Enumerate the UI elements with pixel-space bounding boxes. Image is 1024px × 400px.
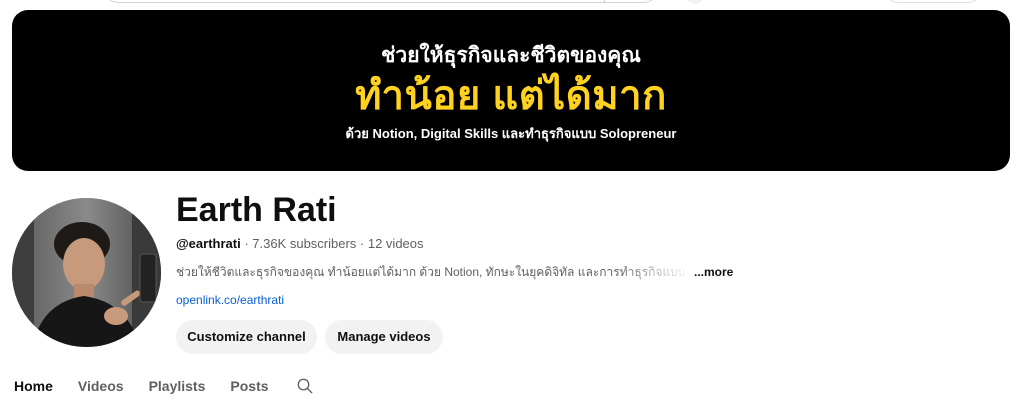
channel-link[interactable]: openlink.co/earthrati	[176, 292, 284, 308]
channel-meta: @earthrati · 7.36K subscribers · 12 vide…	[176, 236, 424, 252]
channel-description[interactable]: ช่วยให้ชีวิตและธุรกิจของคุณ ทำน้อยแต่ได้…	[176, 264, 736, 280]
channel-stats: · 7.36K subscribers · 12 videos	[240, 236, 424, 251]
description-text: ช่วยให้ชีวิตและธุรกิจของคุณ ทำน้อยแต่ได้…	[176, 265, 692, 279]
channel-banner: ช่วยให้ธุรกิจและชีวิตของคุณ ทำน้อย แต่ได…	[12, 10, 1010, 171]
tab-videos[interactable]: Videos	[78, 376, 124, 396]
banner-headline: ทำน้อย แต่ได้มาก	[355, 73, 667, 118]
avatar[interactable]	[12, 198, 161, 347]
avatar-photo	[12, 198, 161, 347]
search-icon[interactable]	[296, 377, 314, 395]
banner-subline: ด้วย Notion, Digital Skills และทำธุรกิจแ…	[345, 125, 677, 141]
channel-tabs: Home Videos Playlists Posts	[14, 376, 314, 400]
search-box[interactable]	[104, 0, 658, 3]
masthead-remnant	[0, 0, 1024, 6]
search-divider	[604, 0, 605, 2]
channel-handle: @earthrati	[176, 236, 241, 251]
tab-playlists[interactable]: Playlists	[149, 376, 206, 396]
customize-channel-button[interactable]: Customize channel	[176, 320, 317, 354]
manage-videos-button[interactable]: Manage videos	[325, 320, 443, 354]
tab-home[interactable]: Home	[14, 376, 53, 396]
tab-posts[interactable]: Posts	[230, 376, 268, 396]
more-link[interactable]: ...more	[694, 265, 733, 279]
mic-button[interactable]	[686, 0, 704, 4]
banner-tagline: ช่วยให้ธุรกิจและชีวิตของคุณ	[381, 43, 641, 67]
channel-name: Earth Rati	[176, 191, 337, 229]
header-button[interactable]	[884, 0, 982, 3]
